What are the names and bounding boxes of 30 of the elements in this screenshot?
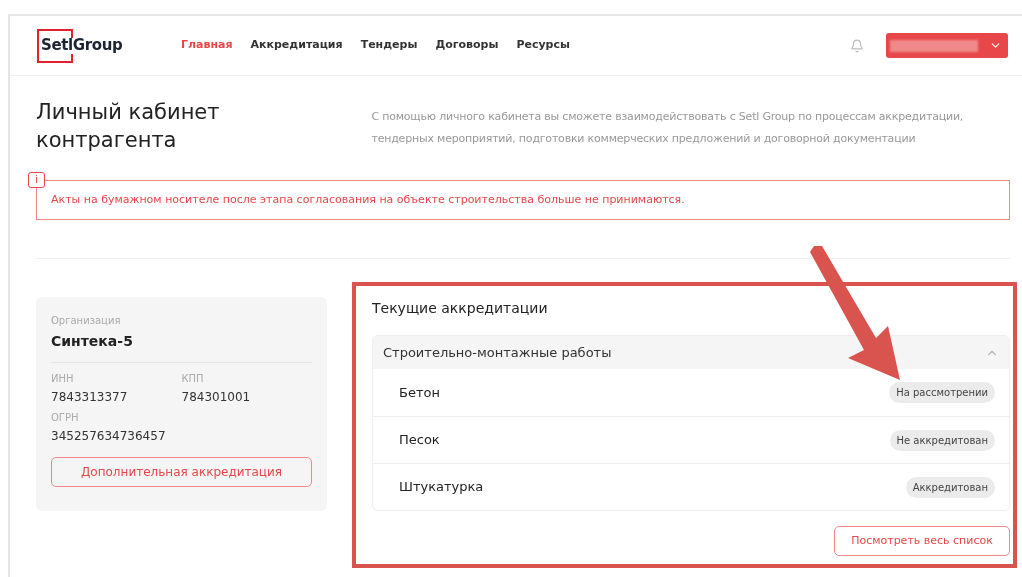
nav-link[interactable]: Главная: [181, 37, 233, 54]
nav-link[interactable]: Ресурсы: [516, 37, 570, 54]
accordion-header[interactable]: Строительно-монтажные работы: [373, 336, 1009, 369]
field-value: 7843313377: [51, 389, 129, 406]
organization-name: Синтека-5: [51, 332, 134, 351]
bell-icon[interactable]: [850, 38, 864, 53]
material-name: Песок: [399, 431, 440, 450]
view-all-button[interactable]: Посмотреть весь список: [834, 526, 1010, 556]
field-label: Организация: [51, 314, 122, 328]
page-title: Личный кабинет контрагента: [36, 99, 221, 154]
status-badge: Не аккредитован: [889, 429, 995, 451]
nav-link[interactable]: Аккредитация: [250, 37, 343, 54]
user-menu-button[interactable]: [886, 33, 1008, 58]
nav-link[interactable]: Тендеры: [360, 37, 418, 54]
logo[interactable]: SetlGroup: [37, 28, 137, 63]
material-name: Бетон: [399, 383, 440, 402]
material-name: Штукатурка: [399, 478, 484, 497]
page-description: С помощью личного кабинета вы сможете взаимодействовать с Setl Group по процессам аккредитации, тендерных мероприятий, подготовки коммерческих предложений и договорной документации: [371, 109, 965, 147]
status-badge: Аккредитован: [905, 476, 995, 498]
field-label: КПП: [181, 372, 205, 386]
info-icon: i: [28, 172, 45, 188]
status-badge: На рассмотрении: [889, 382, 995, 403]
additional-accreditation-button[interactable]: Дополнительная аккредитация: [51, 457, 312, 487]
nav-link[interactable]: Договоры: [435, 37, 499, 54]
field-label: ОГРН: [51, 411, 80, 425]
alert-message: Акты на бумажном носителе после этапа согласования на объекте строительства больше не принимаются.: [51, 191, 685, 208]
field-value: 345257634736457: [51, 428, 167, 445]
field-value: 784301001: [181, 389, 252, 406]
section-title: Текущие аккредитации: [372, 299, 549, 318]
field-label: ИНН: [51, 372, 75, 386]
